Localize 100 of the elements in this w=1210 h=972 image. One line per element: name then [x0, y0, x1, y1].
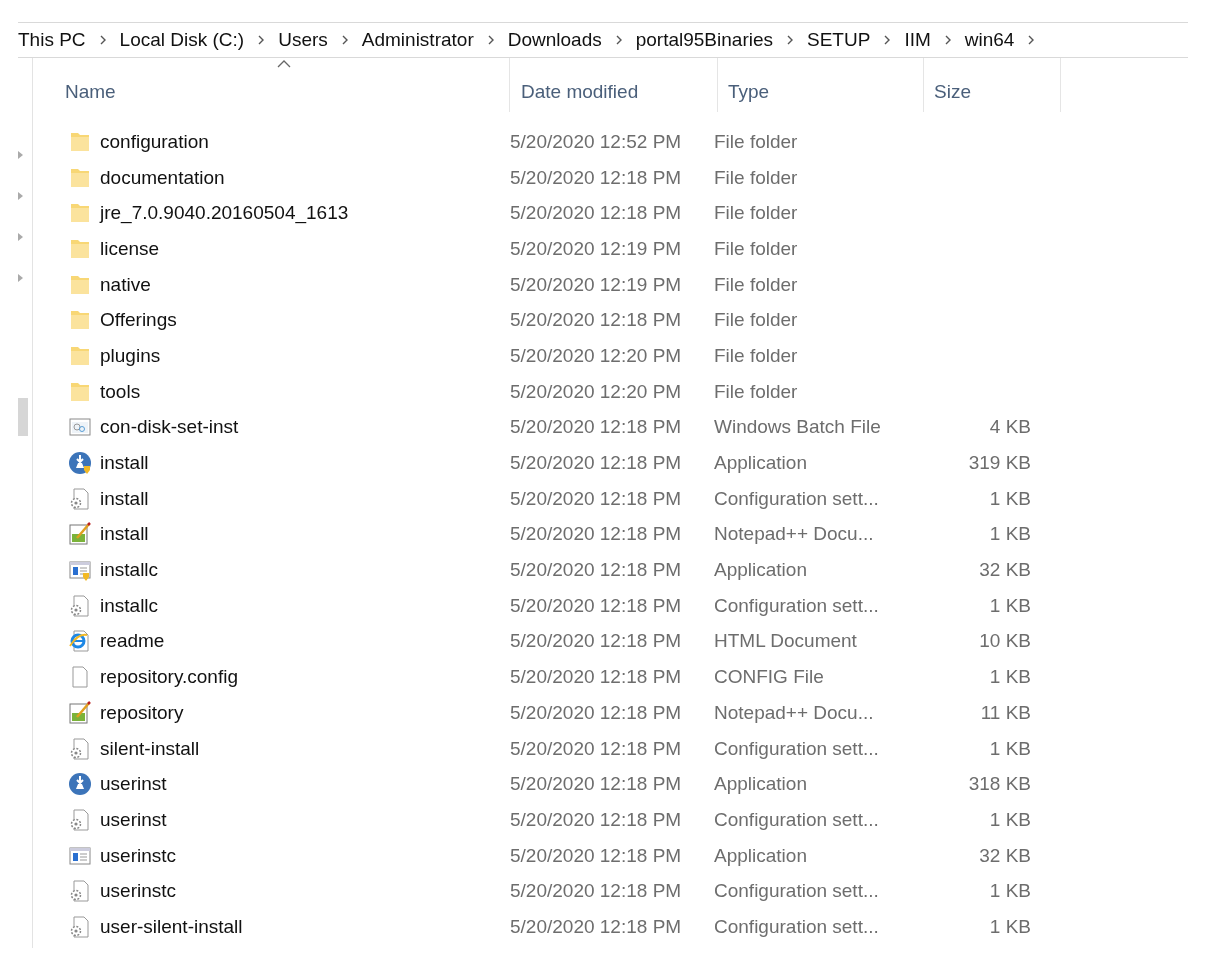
- file-name[interactable]: install: [100, 523, 149, 546]
- file-name[interactable]: Offerings: [100, 309, 177, 332]
- column-header[interactable]: Type: [718, 58, 924, 112]
- file-name[interactable]: documentation: [100, 166, 225, 189]
- file-type: Configuration sett...: [714, 915, 880, 938]
- settings-file-icon: [68, 807, 92, 832]
- file-type: Notepad++ Docu...: [714, 523, 875, 546]
- file-size: 1 KB: [989, 915, 1031, 937]
- settings-file-icon: [68, 486, 92, 511]
- file-name[interactable]: configuration: [100, 130, 209, 153]
- column-header[interactable]: Date modified: [510, 58, 718, 112]
- date-modified: 5/20/2020 12:18 PM: [510, 915, 683, 938]
- file-name[interactable]: userinstc: [100, 880, 177, 903]
- date-modified: 5/20/2020 12:19 PM: [510, 237, 683, 260]
- application-icon: [68, 558, 92, 583]
- date-modified: 5/20/2020 12:18 PM: [510, 844, 683, 867]
- file-type: Configuration sett...: [714, 487, 880, 510]
- file-name[interactable]: jre_7.0.9040.20160504_1613: [100, 202, 349, 225]
- date-modified: 5/20/2020 12:18 PM: [510, 808, 683, 831]
- breadcrumb-item[interactable]: This PC: [18, 29, 86, 51]
- file-type: Configuration sett...: [714, 737, 880, 760]
- file-size: 1 KB: [989, 487, 1031, 509]
- breadcrumb-item[interactable]: Local Disk (C:): [119, 29, 245, 51]
- date-modified: 5/20/2020 12:18 PM: [510, 309, 683, 332]
- file-size: 1 KB: [989, 808, 1031, 830]
- file-name[interactable]: userinst: [100, 773, 167, 796]
- date-modified: 5/20/2020 12:18 PM: [510, 666, 683, 689]
- file-size: 10 KB: [979, 630, 1031, 652]
- file-name[interactable]: installc: [100, 594, 159, 617]
- file-type: File folder: [714, 344, 799, 367]
- file-size: 32 KB: [979, 844, 1031, 866]
- breadcrumb-item[interactable]: Administrator: [361, 29, 474, 51]
- file-type: File folder: [714, 130, 799, 153]
- file-name[interactable]: installc: [100, 559, 159, 582]
- file-type: CONFIG File: [714, 666, 825, 689]
- file-type: File folder: [714, 380, 799, 403]
- file-type: Notepad++ Docu...: [714, 701, 875, 724]
- breadcrumb-item[interactable]: IIM: [904, 29, 931, 51]
- date-modified: 5/20/2020 12:18 PM: [510, 487, 683, 510]
- file-name[interactable]: tools: [100, 380, 141, 403]
- file-name[interactable]: user-silent-install: [100, 915, 243, 938]
- file-size: 1 KB: [989, 594, 1031, 616]
- file-type: File folder: [714, 166, 799, 189]
- breadcrumb-item[interactable]: win64: [964, 29, 1015, 51]
- notepad-icon: [68, 700, 92, 725]
- file-name[interactable]: install: [100, 452, 149, 475]
- chevron-icon[interactable]: [785, 34, 795, 46]
- file-name[interactable]: install: [100, 487, 149, 510]
- date-modified: 5/20/2020 12:18 PM: [510, 416, 683, 439]
- file-size: 1 KB: [989, 666, 1031, 688]
- file-size: 32 KB: [979, 559, 1031, 581]
- date-modified: 5/20/2020 12:18 PM: [510, 773, 683, 796]
- file-size: 319 KB: [968, 452, 1031, 474]
- file-size: 11 KB: [980, 701, 1031, 723]
- column-header[interactable]: Size: [924, 58, 1061, 112]
- installer-icon: [68, 772, 92, 797]
- breadcrumb-item[interactable]: Users: [278, 29, 328, 51]
- file-size: 1 KB: [989, 523, 1031, 545]
- file-type: File folder: [714, 273, 799, 296]
- date-modified: 5/20/2020 12:18 PM: [510, 523, 683, 546]
- breadcrumb-item[interactable]: Downloads: [507, 29, 602, 51]
- sort-caret-icon: [277, 60, 291, 68]
- file-name[interactable]: plugins: [100, 344, 161, 367]
- browser-icon: [68, 629, 92, 654]
- file-size: 318 KB: [968, 773, 1031, 795]
- file-name[interactable]: repository: [100, 701, 184, 724]
- file-type: Application: [714, 559, 808, 582]
- date-modified: 5/20/2020 12:20 PM: [510, 380, 683, 403]
- breadcrumb-item[interactable]: SETUP: [807, 29, 871, 51]
- file-type: HTML Document: [714, 630, 858, 653]
- date-modified: 5/20/2020 12:18 PM: [510, 452, 683, 475]
- file-type: Configuration sett...: [714, 880, 880, 903]
- date-modified: 5/20/2020 12:18 PM: [510, 630, 683, 653]
- file-size: 4 KB: [989, 416, 1031, 438]
- file-name[interactable]: con-disk-set-inst: [100, 416, 239, 439]
- breadcrumb-item[interactable]: portal95Binaries: [635, 29, 773, 51]
- file-type: Application: [714, 452, 808, 475]
- scrollbar-thumb[interactable]: [18, 398, 28, 436]
- file-name[interactable]: userinstc: [100, 844, 177, 867]
- installer-icon: [68, 451, 92, 476]
- settings-file-icon: [68, 736, 92, 761]
- file-name[interactable]: license: [100, 237, 160, 260]
- date-modified: 5/20/2020 12:20 PM: [510, 344, 683, 367]
- settings-file-icon: [68, 914, 92, 939]
- file-name[interactable]: userinst: [100, 808, 167, 831]
- date-modified: 5/20/2020 12:52 PM: [510, 130, 683, 153]
- file-name[interactable]: readme: [100, 630, 165, 653]
- file-type: Application: [714, 773, 808, 796]
- file-size: 1 KB: [989, 737, 1031, 759]
- file-type: Windows Batch File: [714, 416, 882, 439]
- file-name[interactable]: native: [100, 273, 151, 296]
- settings-file-icon: [68, 593, 92, 618]
- date-modified: 5/20/2020 12:18 PM: [510, 594, 683, 617]
- file-type: File folder: [714, 202, 799, 225]
- file-name[interactable]: silent-install: [100, 737, 200, 760]
- file-name[interactable]: repository.config: [100, 666, 238, 689]
- notepad-icon: [68, 522, 92, 547]
- column-header[interactable]: Name: [45, 58, 510, 112]
- file-size: 1 KB: [989, 880, 1031, 902]
- settings-file-icon: [68, 879, 92, 904]
